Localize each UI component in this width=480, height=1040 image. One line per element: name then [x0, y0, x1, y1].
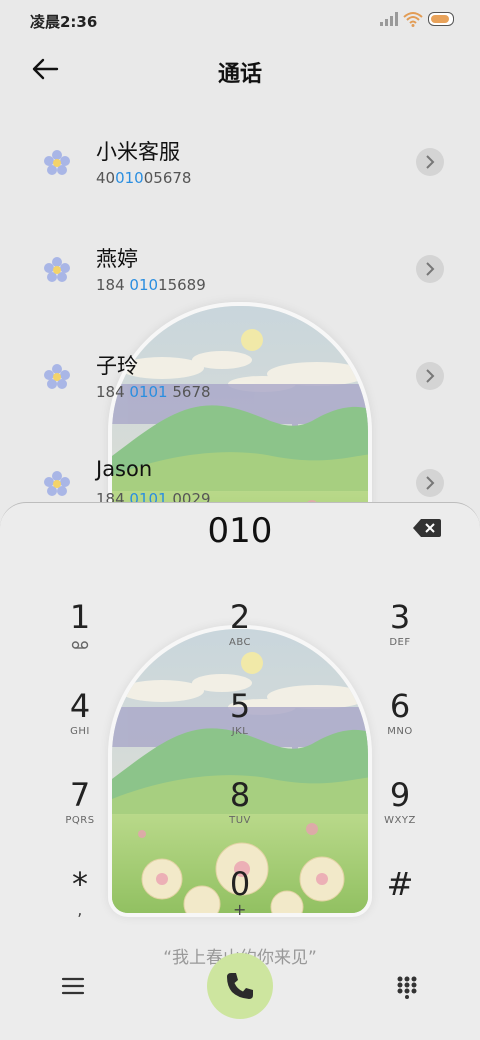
contact-row[interactable]: 小米客服 4001005678 [0, 134, 480, 224]
contact-detail-button[interactable] [416, 255, 444, 283]
voicemail-icon [71, 641, 89, 649]
dial-key-7[interactable]: 7 PQRS [25, 777, 135, 857]
dialed-number: 010 [207, 511, 273, 551]
contact-name: 小米客服 [96, 140, 180, 164]
wifi-icon [403, 12, 423, 27]
dial-key-4[interactable]: 4 GHI [25, 688, 135, 768]
flower-avatar-icon [44, 257, 70, 282]
status-time: 凌晨2:36 [30, 13, 98, 31]
menu-icon[interactable] [60, 973, 86, 999]
dialpad-panel: 010 1 2 ABC 3 DEF 4 GHI 5 JKL 6 MNO 7 PQ… [0, 502, 480, 1040]
dial-key-9[interactable]: 9 WXYZ [345, 777, 455, 857]
dialpad-toggle-icon[interactable] [396, 975, 418, 999]
status-bar: 凌晨2:36 [0, 0, 480, 40]
dial-key-6[interactable]: 6 MNO [345, 688, 455, 768]
chevron-right-icon [426, 476, 435, 490]
dial-key-0[interactable]: 0 + [185, 866, 295, 946]
contact-row[interactable]: 燕婷 184 01015689 [0, 241, 480, 331]
contact-name: Jason [96, 457, 153, 481]
contact-row[interactable]: 子玲 184 0101 5678 [0, 348, 480, 438]
page-title: 通话 [217, 62, 262, 87]
flower-avatar-icon [44, 471, 70, 496]
dial-key-star[interactable]: * , [25, 866, 135, 946]
chevron-right-icon [426, 155, 435, 169]
contact-number: 4001005678 [96, 169, 192, 187]
dial-key-hash[interactable]: # [345, 866, 455, 946]
dial-key-5[interactable]: 5 JKL [185, 688, 295, 768]
chevron-right-icon [426, 369, 435, 383]
flower-avatar-icon [44, 150, 70, 175]
contact-name: 燕婷 [96, 247, 138, 271]
contact-name: 子玲 [96, 354, 138, 378]
contact-number: 184 0101 5678 [96, 383, 211, 401]
contact-detail-button[interactable] [416, 469, 444, 497]
signal-icon [380, 12, 398, 26]
call-button[interactable] [207, 953, 273, 1019]
contact-detail-button[interactable] [416, 148, 444, 176]
dial-key-8[interactable]: 8 TUV [185, 777, 295, 857]
dial-key-2[interactable]: 2 ABC [185, 599, 295, 679]
chevron-right-icon [426, 262, 435, 276]
flower-avatar-icon [44, 364, 70, 389]
contact-number: 184 01015689 [96, 276, 206, 294]
contact-detail-button[interactable] [416, 362, 444, 390]
dial-key-3[interactable]: 3 DEF [345, 599, 455, 679]
dial-key-1[interactable]: 1 [25, 599, 135, 679]
backspace-icon[interactable] [412, 517, 442, 539]
battery-icon [428, 12, 454, 26]
phone-icon [227, 973, 253, 999]
